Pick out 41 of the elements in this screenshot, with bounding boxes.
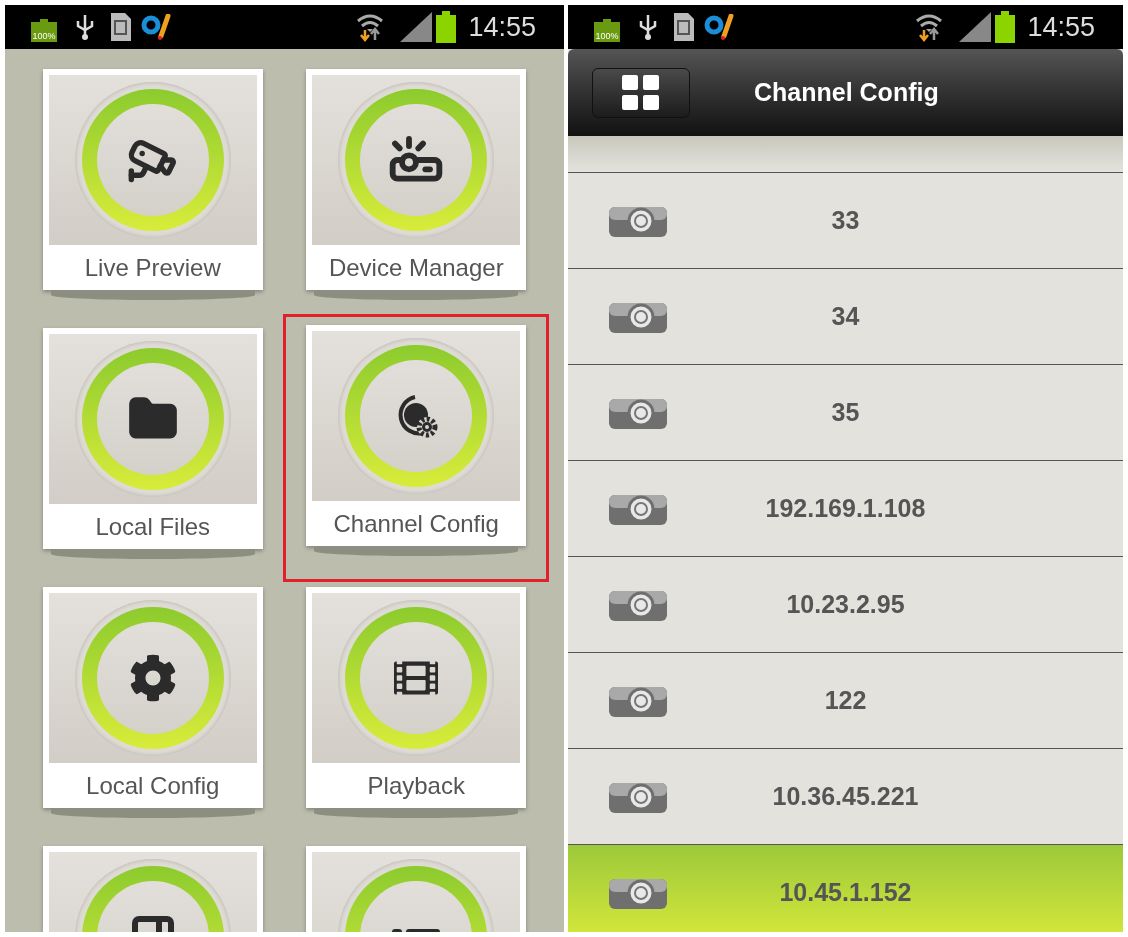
battery-percent: 100% xyxy=(595,32,619,41)
wifi-icon xyxy=(915,12,944,42)
grid-icon xyxy=(622,74,660,111)
menu-tile[interactable]: Device Manager xyxy=(306,69,527,290)
tile-label: Playback xyxy=(367,770,465,801)
menu-tile[interactable]: Live Preview xyxy=(42,69,263,290)
channel-label: 10.23.2.95 xyxy=(786,588,905,620)
usb-icon xyxy=(638,13,658,41)
signal-icon xyxy=(400,12,433,42)
battery-icon xyxy=(995,11,1016,43)
app-logo-icon xyxy=(704,14,734,40)
sim-card-icon xyxy=(672,12,696,42)
status-time: 14:55 xyxy=(468,10,536,44)
header-title: Channel Config xyxy=(754,76,939,108)
channel-label: 122 xyxy=(824,684,867,716)
battery-percent: 100% xyxy=(32,32,56,41)
tile-label: Device Manager xyxy=(328,252,504,283)
tile-label: Channel Config xyxy=(333,508,499,539)
channel-label: 10.45.1.152 xyxy=(779,876,912,908)
menu-grid-button[interactable] xyxy=(592,67,690,118)
menu-tile[interactable]: Local Files xyxy=(42,328,263,549)
signal-icon xyxy=(959,12,992,42)
tile-label: Live Preview xyxy=(84,252,221,283)
status-time: 14:55 xyxy=(1027,10,1095,44)
channel-label: 33 xyxy=(831,204,860,236)
channel-label: 10.36.45.221 xyxy=(772,780,919,812)
channel-row[interactable]: 10.45.1.152 xyxy=(568,845,1123,932)
wifi-icon xyxy=(356,12,385,42)
app-logo-icon xyxy=(141,14,171,40)
menu-tile[interactable]: Playback xyxy=(306,587,527,808)
menu-tile[interactable]: Local Config xyxy=(42,587,263,808)
gear-icon xyxy=(128,654,177,702)
channel-label: 192.169.1.108 xyxy=(765,492,926,524)
tile-label: Local Files xyxy=(95,511,211,542)
sim-card-icon xyxy=(109,12,133,42)
tile-label: Local Config xyxy=(86,770,220,801)
channel-label: 35 xyxy=(831,396,860,428)
channel-label: 34 xyxy=(831,300,860,332)
usb-icon xyxy=(75,13,95,41)
battery-icon xyxy=(436,11,457,43)
menu-tile[interactable]: Channel Config xyxy=(306,325,527,546)
